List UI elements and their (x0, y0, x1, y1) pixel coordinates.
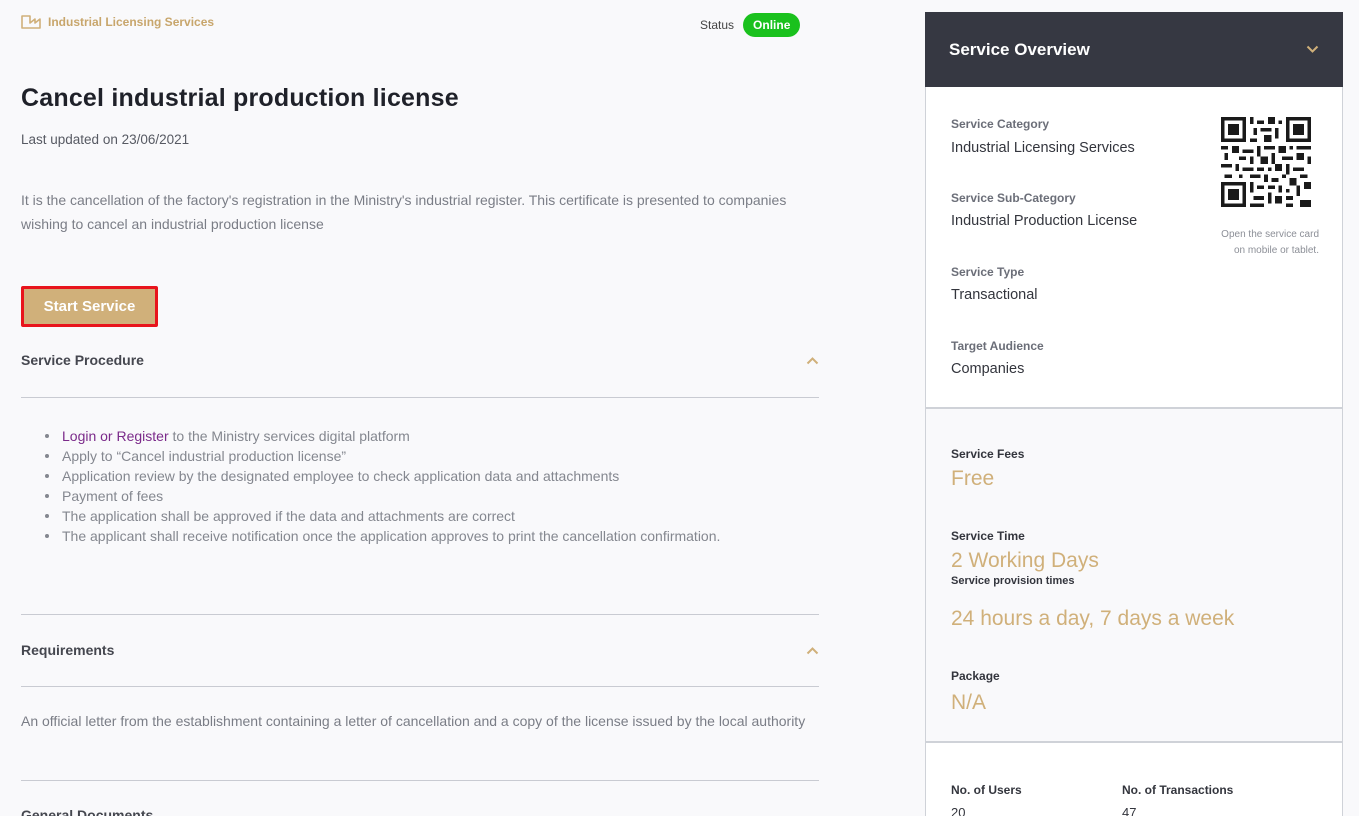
package-value: N/A (951, 691, 987, 714)
users-label: No. of Users (951, 783, 1022, 797)
divider (21, 614, 819, 615)
status-label: Status (700, 18, 735, 32)
service-category-label: Service Category (951, 117, 1050, 131)
service-type-value: Transactional (951, 287, 1038, 303)
service-overview-panel: Service Overview Service Category Indust… (925, 12, 1343, 816)
chevron-up-icon (806, 356, 819, 364)
main-content: Industrial Licensing Services Status Onl… (0, 0, 860, 816)
qr-code-icon (1221, 117, 1311, 207)
transactions-label: No. of Transactions (1122, 783, 1234, 797)
list-item: The applicant shall receive notification… (37, 526, 757, 546)
service-description: It is the cancellation of the factory's … (21, 192, 787, 232)
chevron-up-icon (806, 646, 819, 654)
list-item: Login or Register to the Ministry servic… (37, 426, 757, 446)
list-item: Application review by the designated emp… (37, 466, 757, 486)
list-item: Payment of fees (37, 486, 757, 506)
users-value: 20 (951, 805, 966, 816)
category-label[interactable]: Industrial Licensing Services (48, 15, 214, 29)
service-fees-value: Free (951, 467, 995, 490)
category-breadcrumb[interactable]: Industrial Licensing Services (21, 14, 214, 30)
procedure-steps: Login or Register to the Ministry servic… (37, 426, 757, 546)
general-documents-toggle[interactable]: General Documents (21, 807, 819, 816)
status-indicator: Status Online (700, 13, 801, 37)
list-item: Apply to “Cancel industrial production l… (37, 446, 757, 466)
service-overview-title: Service Overview (949, 39, 1090, 59)
service-type-label: Service Type (951, 265, 1025, 279)
general-documents-heading: General Documents (21, 807, 154, 816)
service-subcategory-value: Industrial Production License (951, 213, 1138, 229)
status-badge: Online (743, 13, 801, 37)
package-label: Package (951, 669, 1000, 683)
service-info-card: Service Category Industrial Licensing Se… (925, 87, 1343, 408)
target-audience-value: Companies (951, 361, 1025, 377)
requirements-text: An official letter from the establishmen… (21, 713, 806, 729)
transactions-value: 47 (1122, 805, 1137, 816)
login-register-link[interactable]: Login or Register (62, 428, 169, 444)
service-category-value: Industrial Licensing Services (951, 140, 1135, 156)
service-subcategory-label: Service Sub-Category (951, 191, 1076, 205)
service-procedure-toggle[interactable]: Service Procedure (21, 352, 819, 368)
list-item: The application shall be approved if the… (37, 506, 757, 526)
divider (21, 397, 819, 398)
requirements-toggle[interactable]: Requirements (21, 642, 819, 658)
qr-caption: Open the service card on mobile or table… (1221, 229, 1319, 256)
service-fees-label: Service Fees (951, 447, 1025, 461)
requirements-heading: Requirements (21, 642, 115, 658)
service-provision-label: Service provision times (951, 575, 1075, 587)
divider (21, 686, 819, 687)
target-audience-label: Target Audience (951, 339, 1044, 353)
last-updated: Last updated on 23/06/2021 (21, 132, 190, 147)
factory-icon (21, 14, 41, 30)
service-time-label: Service Time (951, 529, 1025, 543)
service-provision-value: 24 hours a day, 7 days a week (951, 607, 1235, 630)
service-overview-header[interactable]: Service Overview (925, 12, 1343, 87)
service-fees-card: Service Fees Free Service Time 2 Working… (925, 408, 1343, 742)
start-service-button[interactable]: Start Service (21, 286, 158, 327)
divider (21, 780, 819, 781)
service-stats-card: No. of Users 20 No. of Transactions 47 (925, 742, 1343, 816)
page-title: Cancel industrial production license (21, 84, 459, 112)
chevron-down-icon[interactable] (1306, 45, 1319, 54)
service-time-value: 2 Working Days (951, 549, 1099, 572)
service-procedure-heading: Service Procedure (21, 352, 144, 368)
